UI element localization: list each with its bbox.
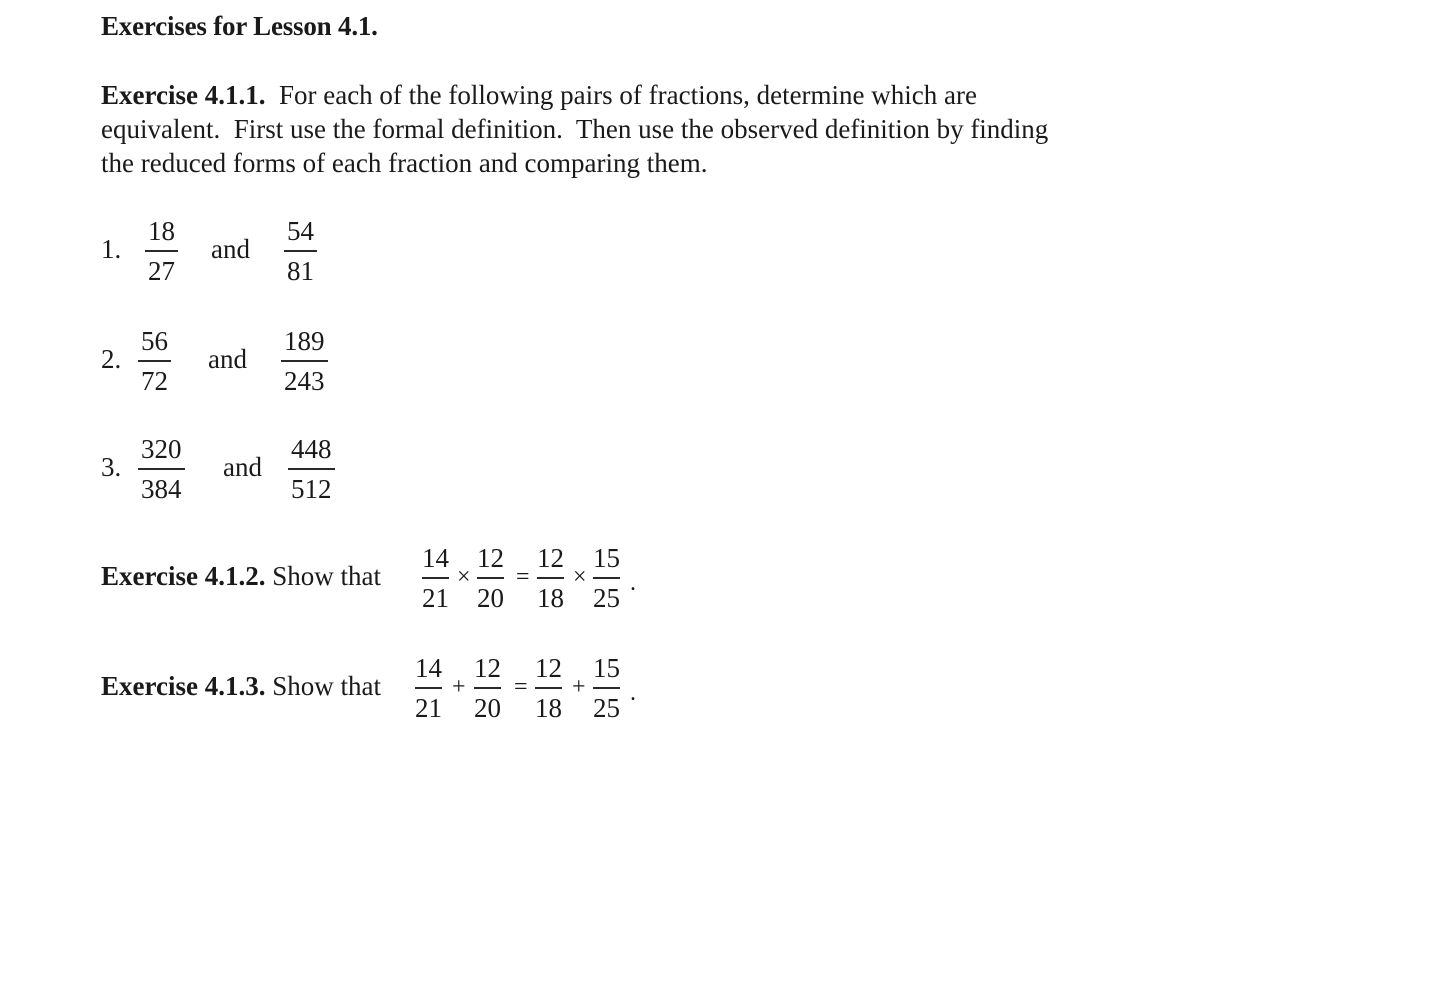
- denominator: 20: [477, 583, 504, 613]
- denominator: 384: [141, 474, 182, 504]
- period: .: [630, 680, 636, 706]
- fraction-4: 15 25: [593, 544, 620, 612]
- numerator: 54: [287, 216, 314, 246]
- numerator: 15: [593, 653, 620, 683]
- connector-and: and: [208, 344, 247, 374]
- denominator: 512: [291, 474, 332, 504]
- item-number: 3.: [101, 452, 122, 482]
- fraction-left: 320 384: [138, 434, 185, 504]
- item-number: 1.: [101, 234, 122, 264]
- fraction-bar: [422, 577, 449, 579]
- show-that-text: Show that: [272, 561, 381, 591]
- plus-operator-1: +: [452, 674, 466, 700]
- denominator: 25: [593, 583, 620, 613]
- numerator: 189: [284, 326, 325, 356]
- times-operator-1: ×: [457, 564, 471, 590]
- period: .: [630, 570, 636, 596]
- section-heading: Exercises for Lesson 4.1.: [101, 11, 378, 41]
- fraction-3: 12 18: [535, 654, 562, 722]
- fraction-bar: [288, 468, 335, 470]
- fraction-bar: [284, 250, 317, 252]
- denominator: 18: [537, 583, 564, 613]
- instruction-line-1: Exercise 4.1.1. For each of the followin…: [101, 78, 1161, 112]
- fraction-bar: [474, 687, 501, 689]
- denominator: 25: [593, 693, 620, 723]
- times-operator-2: ×: [573, 564, 587, 590]
- numerator: 448: [291, 434, 332, 464]
- numerator: 12: [477, 543, 504, 573]
- instruction-text-1: For each of the following pairs of fract…: [278, 80, 977, 110]
- fraction-1: 14 21: [422, 544, 449, 612]
- fraction-bar: [477, 577, 504, 579]
- fraction-bar: [535, 687, 562, 689]
- fraction-bar: [145, 250, 178, 252]
- connector-and: and: [223, 452, 262, 482]
- denominator: 72: [141, 366, 168, 396]
- exercise-4-1-3-line: Exercise 4.1.3. Show that: [101, 671, 381, 702]
- fraction-bar: [593, 577, 620, 579]
- fraction-bar: [138, 468, 185, 470]
- denominator: 20: [474, 693, 501, 723]
- numerator: 56: [141, 326, 168, 356]
- show-that-text: Show that: [272, 671, 381, 701]
- instruction-line-3: the reduced forms of each fraction and c…: [101, 148, 708, 178]
- fraction-1: 14 21: [415, 654, 442, 722]
- numerator: 14: [415, 653, 442, 683]
- numerator: 12: [535, 653, 562, 683]
- denominator: 21: [415, 693, 442, 723]
- fraction-2: 12 20: [477, 544, 504, 612]
- numerator: 15: [593, 543, 620, 573]
- denominator: 27: [148, 256, 175, 286]
- exercise-4-1-3-label: Exercise 4.1.3.: [101, 671, 266, 701]
- fraction-2: 12 20: [474, 654, 501, 722]
- exercise-4-1-2-line: Exercise 4.1.2. Show that: [101, 561, 381, 592]
- instruction-line-2: equivalent. First use the formal definit…: [101, 114, 1049, 144]
- fraction-bar: [415, 687, 442, 689]
- fraction-left: 18 27: [145, 216, 178, 286]
- fraction-bar: [281, 360, 328, 362]
- exercise-4-1-1-instructions: Exercise 4.1.1. For each of the followin…: [101, 78, 1161, 180]
- fraction-right: 448 512: [288, 434, 335, 504]
- fraction-3: 12 18: [537, 544, 564, 612]
- fraction-left: 56 72: [138, 326, 171, 396]
- exercise-4-1-2-label: Exercise 4.1.2.: [101, 561, 266, 591]
- numerator: 12: [537, 543, 564, 573]
- denominator: 18: [535, 693, 562, 723]
- item-number: 2.: [101, 344, 122, 374]
- numerator: 14: [422, 543, 449, 573]
- plus-operator-2: +: [572, 674, 586, 700]
- exercise-4-1-1-label: Exercise 4.1.1.: [101, 80, 266, 110]
- denominator: 243: [284, 366, 325, 396]
- fraction-right: 54 81: [284, 216, 317, 286]
- fraction-bar: [537, 577, 564, 579]
- fraction-right: 189 243: [281, 326, 328, 396]
- equals-sign: =: [516, 564, 530, 590]
- denominator: 81: [287, 256, 314, 286]
- fraction-4: 15 25: [593, 654, 620, 722]
- denominator: 21: [422, 583, 449, 613]
- numerator: 12: [474, 653, 501, 683]
- connector-and: and: [211, 234, 250, 264]
- numerator: 320: [141, 434, 182, 464]
- numerator: 18: [148, 216, 175, 246]
- fraction-bar: [138, 360, 171, 362]
- fraction-bar: [593, 687, 620, 689]
- equals-sign: =: [514, 674, 528, 700]
